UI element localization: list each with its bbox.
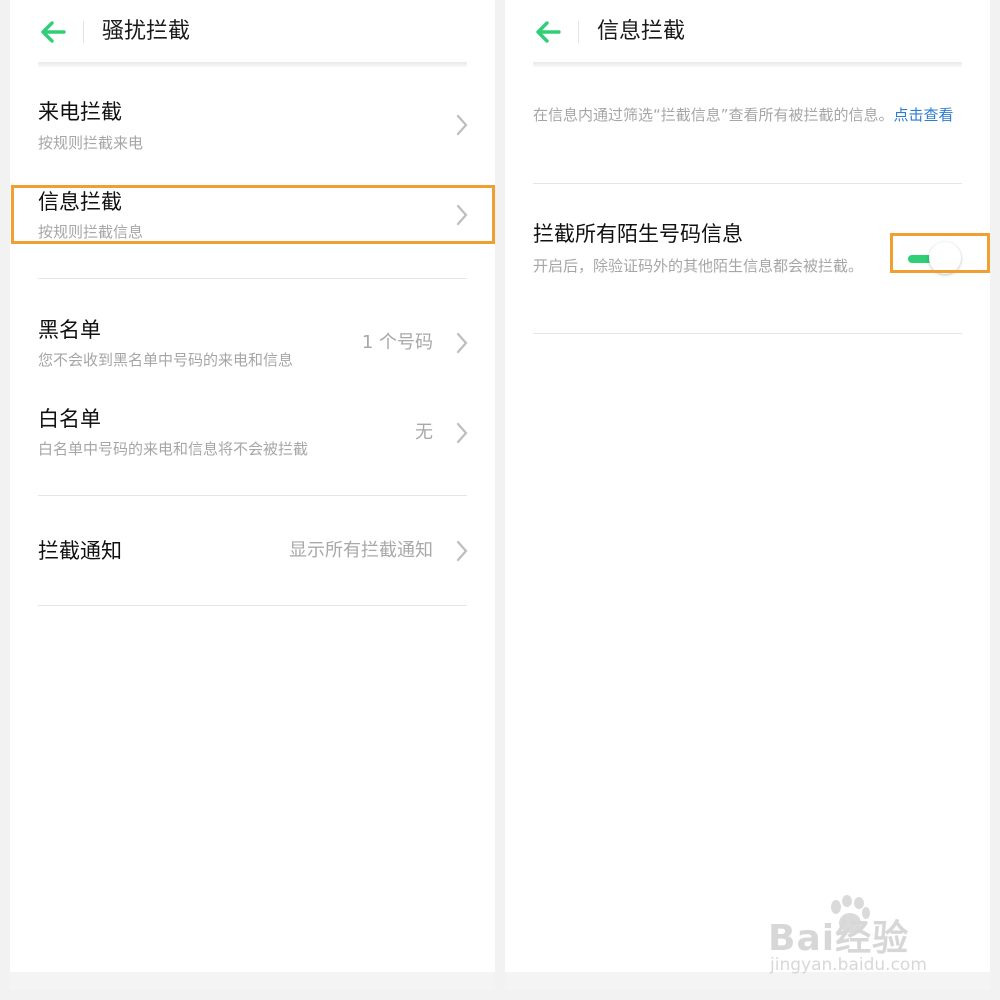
row-message-blocking[interactable]: 信息拦截 按规则拦截信息: [10, 180, 495, 256]
row-value: 显示所有拦截通知: [289, 540, 433, 561]
row-subtitle: 白名单中号码的来电和信息将不会被拦截: [38, 440, 309, 458]
row-title: 白名单: [38, 407, 101, 431]
header-shadow: [38, 62, 467, 67]
row-value: 无: [415, 422, 433, 443]
header-shadow: [533, 62, 962, 67]
bottom-bar: [505, 972, 990, 990]
info-text: 在信息内通过筛选“拦截信息”查看所有被拦截的信息。: [533, 106, 894, 124]
row-call-blocking[interactable]: 来电拦截 按规则拦截来电: [10, 90, 495, 166]
header-divider: [578, 21, 579, 43]
back-arrow-icon[interactable]: [533, 18, 563, 46]
row-title: 来电拦截: [38, 100, 122, 124]
setting-title: 拦截所有陌生号码信息: [533, 222, 743, 246]
divider: [38, 495, 467, 496]
header-divider: [83, 21, 84, 43]
row-blacklist[interactable]: 黑名单 您不会收到黑名单中号码的来电和信息 1 个号码: [10, 305, 495, 381]
back-arrow-icon[interactable]: [38, 18, 68, 46]
row-title: 信息拦截: [38, 190, 122, 214]
page-title: 骚扰拦截: [102, 19, 191, 44]
row-value: 1 个号码: [361, 332, 433, 353]
info-description: 在信息内通过筛选“拦截信息”查看所有被拦截的信息。点击查看: [533, 104, 965, 126]
chevron-right-icon: [456, 422, 468, 444]
setting-subtitle: 开启后，除验证码外的其他陌生信息都会被拦截。: [533, 257, 864, 275]
message-block-panel: 信息拦截 在信息内通过筛选“拦截信息”查看所有被拦截的信息。点击查看 拦截所有陌…: [505, 0, 990, 990]
chevron-right-icon: [456, 114, 468, 136]
block-strangers-toggle[interactable]: [905, 242, 965, 276]
row-title: 拦截通知: [38, 539, 122, 563]
page-title: 信息拦截: [597, 19, 686, 44]
chevron-right-icon: [456, 540, 468, 562]
divider: [38, 278, 467, 279]
chevron-right-icon: [456, 332, 468, 354]
divider: [38, 605, 467, 606]
divider: [533, 183, 962, 184]
header: 骚扰拦截: [10, 0, 495, 64]
toggle-knob: [929, 242, 961, 274]
view-link[interactable]: 点击查看: [894, 106, 954, 124]
row-block-notification[interactable]: 拦截通知 显示所有拦截通知: [10, 520, 495, 584]
row-subtitle: 按规则拦截来电: [38, 134, 144, 152]
row-whitelist[interactable]: 白名单 白名单中号码的来电和信息将不会被拦截 无: [10, 395, 495, 471]
call-block-settings-panel: 骚扰拦截 来电拦截 按规则拦截来电 信息拦截 按规则拦截信息 黑名单 您不会收到…: [10, 0, 495, 990]
divider: [533, 333, 962, 334]
row-title: 黑名单: [38, 318, 101, 342]
bottom-bar: [10, 972, 495, 990]
row-subtitle: 您不会收到黑名单中号码的来电和信息: [38, 351, 294, 369]
row-subtitle: 按规则拦截信息: [38, 223, 144, 241]
chevron-right-icon: [456, 204, 468, 226]
header: 信息拦截: [505, 0, 990, 64]
